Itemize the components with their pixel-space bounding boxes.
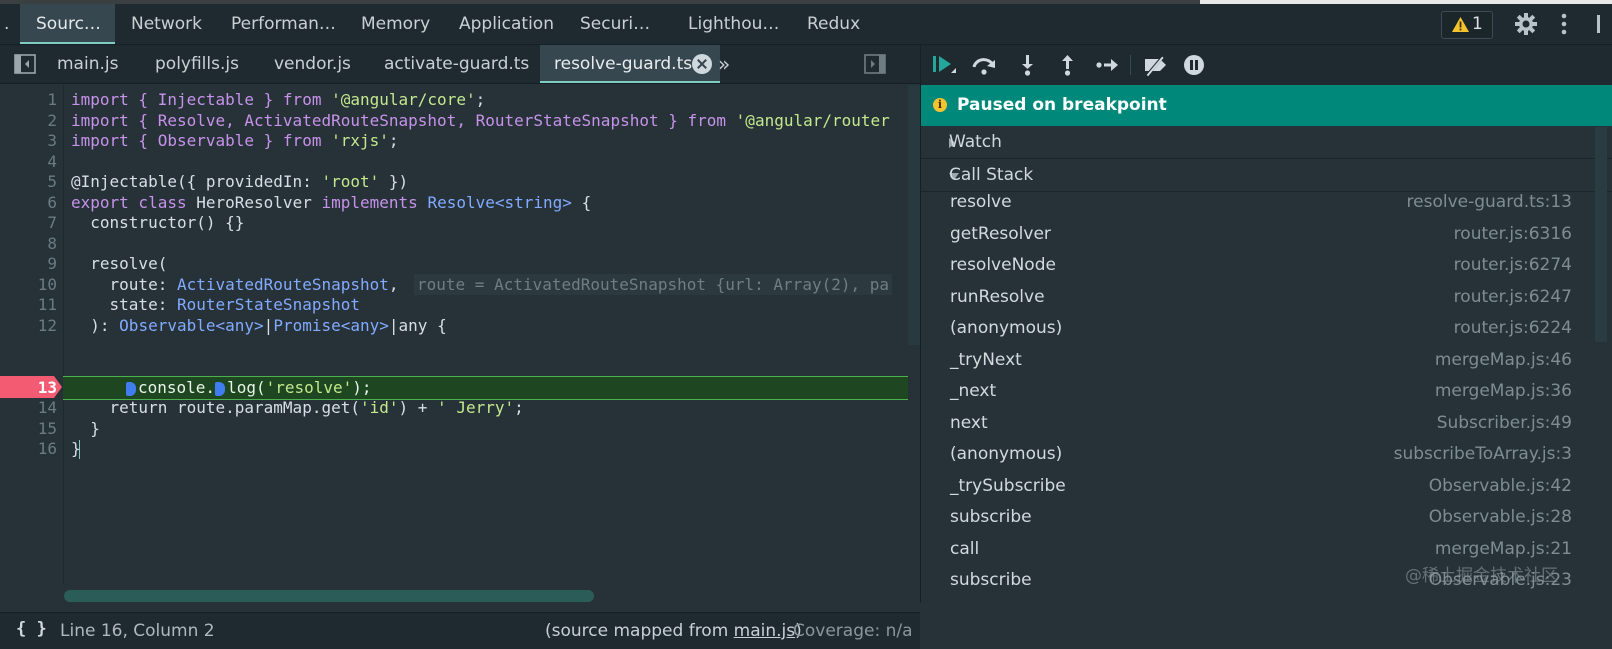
call-frame[interactable]: _tryNext mergeMap.js:46 (921, 344, 1612, 376)
line-number[interactable]: 14 (0, 397, 57, 418)
watch-label: Watch (949, 132, 1002, 152)
tab-memory[interactable]: Memory (361, 4, 430, 44)
debugger-toolbar (921, 45, 1612, 85)
line-number[interactable]: 1 (0, 89, 57, 110)
line-number[interactable]: 8 (0, 233, 57, 254)
devtools-panel-tabbar: . Sourc… Network Performan… Memory Appli… (0, 4, 1612, 45)
sources-editor-pane: main.js polyfills.js vendor.js activate-… (0, 45, 921, 649)
file-tab-vendor-js[interactable]: vendor.js (274, 45, 351, 83)
deactivate-breakpoints-icon[interactable] (1143, 53, 1169, 77)
pause-on-exceptions-icon[interactable] (1181, 53, 1207, 77)
text-cursor (79, 440, 80, 459)
file-tabbar: main.js polyfills.js vendor.js activate-… (0, 45, 920, 84)
more-options-icon[interactable] (1561, 13, 1567, 35)
file-tab-main-js[interactable]: main.js (57, 45, 118, 83)
file-tab-resolve-guard[interactable]: resolve-guard.ts (540, 45, 720, 83)
warning-icon (1452, 17, 1469, 32)
code-line-14: return route.paramMap.get('id') + ' Jerr… (71, 398, 524, 417)
more-tabs-chevron-icon[interactable]: » (718, 45, 730, 83)
line-number[interactable]: 9 (0, 253, 57, 274)
code-line-9: resolve( (71, 254, 168, 273)
line-number[interactable]: 5 (0, 171, 57, 192)
continue-location-marker[interactable] (126, 381, 136, 396)
line-gutter[interactable]: 1 2 3 4 5 6 7 8 9 10 11 12 13 14 15 16 (0, 85, 64, 585)
toolbar-divider (1130, 55, 1131, 75)
code-line-5: @Injectable({ providedIn: 'root' }) (71, 172, 409, 191)
file-tab-resolve-guard-label: resolve-guard.ts (554, 54, 693, 74)
paused-label: Paused on breakpoint (957, 95, 1167, 115)
call-frame[interactable]: next Subscriber.js:49 (921, 407, 1612, 439)
resume-icon[interactable] (931, 53, 957, 77)
call-frame[interactable]: resolveNode router.js:6274 (921, 249, 1612, 281)
call-frame[interactable]: resolve resolve-guard.ts:13 (921, 186, 1612, 218)
line-number[interactable]: 6 (0, 192, 57, 213)
info-icon: i (933, 98, 947, 112)
tab-performance[interactable]: Performan… (231, 4, 336, 44)
toggle-navigator-icon[interactable] (14, 54, 36, 74)
step-out-icon[interactable] (1055, 53, 1081, 77)
tab-network[interactable]: Network (131, 4, 202, 44)
line-number[interactable]: 3 (0, 130, 57, 151)
line-number[interactable]: 16 (0, 438, 57, 459)
code-line-3: import { Observable } from 'rxjs'; (71, 131, 399, 150)
line-number[interactable]: 11 (0, 294, 57, 315)
close-tab-icon[interactable] (692, 54, 712, 74)
line-number-breakpoint[interactable]: 13 (0, 377, 57, 398)
tab-sources[interactable]: Sourc… (20, 4, 115, 44)
close-devtools-icon[interactable] (1597, 13, 1603, 35)
call-frame[interactable]: _trySubscribe Observable.js:42 (921, 470, 1612, 502)
code-line-12: ): Observable<any>|Promise<any>|any { (71, 316, 447, 335)
code-line-2: import { Resolve, ActivatedRouteSnapshot… (71, 111, 890, 130)
file-tab-polyfills-js[interactable]: polyfills.js (155, 45, 239, 83)
settings-gear-icon[interactable] (1515, 13, 1537, 35)
warnings-count: 1 (1472, 14, 1483, 34)
warnings-badge[interactable]: 1 (1441, 11, 1493, 39)
line-number[interactable]: 12 (0, 315, 57, 336)
code-editor[interactable]: 1 2 3 4 5 6 7 8 9 10 11 12 13 14 15 16 i… (0, 85, 908, 585)
editor-status-bar: { } Line 16, Column 2 (source mapped fro… (0, 612, 920, 649)
line-number[interactable]: 4 (0, 151, 57, 172)
watch-section-header[interactable]: Watch (921, 126, 1612, 159)
code-line-6: export class HeroResolver implements Res… (71, 193, 592, 212)
code-line-11: state: RouterStateSnapshot (71, 295, 360, 314)
watermark: @稀土掘金技术社区 (1405, 566, 1558, 586)
coverage-label: Coverage: n/a (793, 621, 913, 641)
call-frame[interactable]: (anonymous) subscribeToArray.js:3 (921, 438, 1612, 470)
step-over-icon[interactable] (971, 53, 997, 77)
tab-application[interactable]: Application (459, 4, 554, 44)
call-frame[interactable]: runResolve router.js:6247 (921, 281, 1612, 313)
source-map-link[interactable]: main.js (734, 621, 795, 641)
code-line-15: } (71, 419, 100, 438)
step-icon[interactable] (1095, 53, 1121, 77)
code-line-1: import { Injectable } from '@angular/cor… (71, 90, 486, 109)
code-line-10: route: ActivatedRouteSnapshot, (71, 275, 399, 294)
code-line-7: constructor() {} (71, 213, 245, 232)
debugger-sidebar: i Paused on breakpoint Watch Call Stack … (921, 45, 1612, 603)
cursor-position: Line 16, Column 2 (60, 621, 215, 641)
line-number[interactable]: 2 (0, 110, 57, 131)
line-number[interactable]: 15 (0, 418, 57, 439)
call-frame[interactable]: getResolver router.js:6316 (921, 218, 1612, 250)
editor-horizontal-scrollbar[interactable] (64, 590, 594, 602)
inline-variable-value[interactable]: route = ActivatedRouteSnapshot {url: Arr… (414, 274, 893, 295)
continue-location-marker[interactable] (215, 381, 226, 396)
debugger-scrollbar[interactable] (1595, 127, 1607, 342)
step-into-icon[interactable] (1015, 53, 1041, 77)
source-mapped-info: (source mapped from main.js) (545, 621, 802, 641)
tab-redux[interactable]: Redux (807, 4, 860, 44)
toggle-debugger-icon[interactable] (864, 54, 886, 74)
line-number[interactable]: 7 (0, 212, 57, 233)
call-frame[interactable]: _next mergeMap.js:36 (921, 375, 1612, 407)
tab-security[interactable]: Securi… (580, 4, 650, 44)
tab-lighthouse[interactable]: Lighthou… (688, 4, 779, 44)
code-line-13: console. log('resolve'); (126, 377, 372, 398)
call-frame[interactable]: subscribe Observable.js:28 (921, 501, 1612, 533)
file-tab-activate-guard[interactable]: activate-guard.ts (384, 45, 529, 83)
call-frame[interactable]: (anonymous) router.js:6224 (921, 312, 1612, 344)
editor-vertical-scrollbar[interactable] (908, 85, 920, 345)
line-number[interactable]: 10 (0, 274, 57, 295)
tab-overflow-left[interactable]: . (4, 4, 9, 44)
pretty-print-icon[interactable]: { } (16, 619, 47, 639)
paused-banner: i Paused on breakpoint (921, 85, 1612, 126)
